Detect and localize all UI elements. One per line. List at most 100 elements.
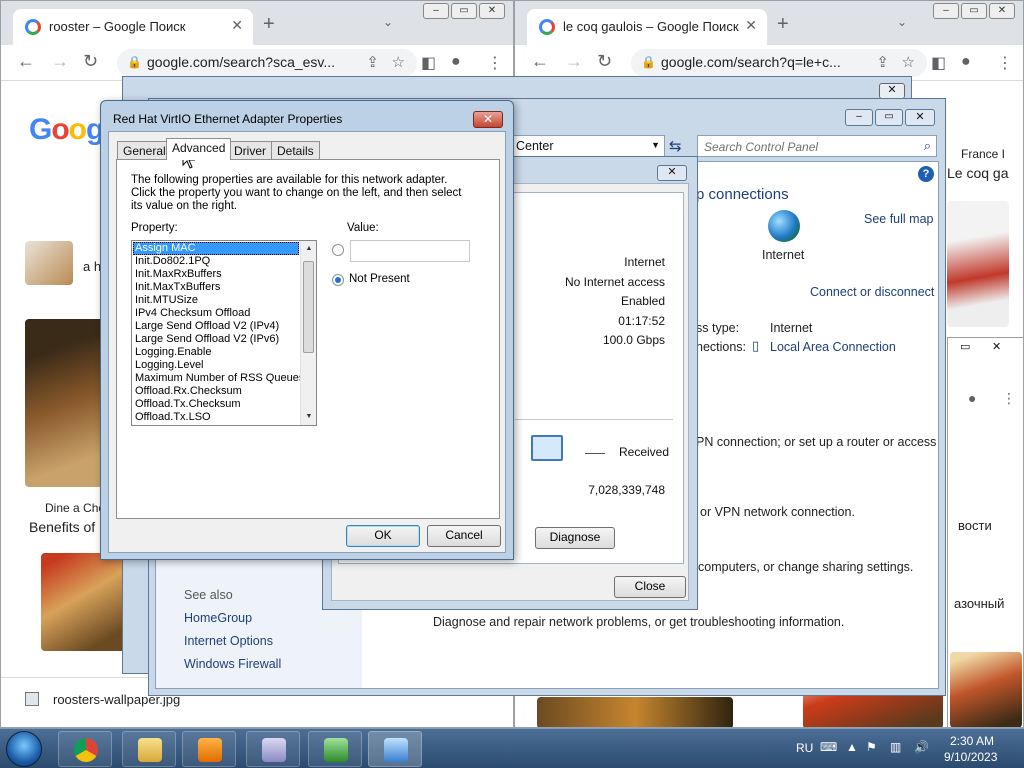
link-internet-options[interactable]: Internet Options [184,634,273,648]
browser-tab-right[interactable]: le coq gaulois – Google Поиск ✕ [527,9,767,45]
rooster-image-4[interactable] [950,652,1022,727]
property-list-item[interactable]: Offload.Tx.Checksum [133,398,299,411]
new-tab-icon[interactable]: + [263,13,275,36]
taskbar-control-panel[interactable] [368,731,422,767]
tab-advanced[interactable]: Advanced [166,138,232,160]
link-homegroup[interactable]: HomeGroup [184,611,252,625]
search-input[interactable]: Search Control Panel ⌕ [697,135,937,157]
property-list-item[interactable]: Offload.Tx.LSO [133,411,299,424]
scroll-down-icon[interactable]: ▼ [301,409,316,425]
ok-button[interactable]: OK [346,525,420,547]
rooster-image-5[interactable] [537,697,733,727]
not-present-radio[interactable] [332,274,344,286]
menu-icon[interactable]: ⋮ [997,53,1013,73]
minimize-button[interactable]: – [423,3,449,19]
tab-details[interactable]: Details [271,141,320,159]
back-icon[interactable]: ← [531,51,549,72]
taskbar-explorer[interactable] [122,731,176,767]
help-icon[interactable]: ? [918,166,934,182]
share-icon[interactable]: ⇪ [366,53,379,71]
maximize-button[interactable]: ▭ [961,3,987,19]
property-list-scrollbar[interactable]: ▲ ▼ [300,241,316,425]
network-status-icon[interactable]: ▥ [890,740,901,754]
link-windows-firewall[interactable]: Windows Firewall [184,657,281,671]
star-icon[interactable]: ☆ [392,53,405,71]
volume-icon[interactable]: 🔊 [914,740,929,754]
maximize-button[interactable]: ▭ [960,340,970,353]
clock-date[interactable]: 9/10/2023 [944,750,997,764]
close-button[interactable]: Close [614,576,686,598]
property-list-item[interactable]: Maximum Number of RSS Queues [133,372,304,385]
maximize-button[interactable]: ▭ [875,109,903,126]
tab-general[interactable]: General [117,141,172,159]
property-list-item[interactable]: Init.MaxRxBuffers [133,268,299,281]
address-bar[interactable]: 🔒 google.com/search?sca_esv... ⇪ ☆ [117,49,417,77]
close-window-button[interactable]: ✕ [479,3,505,19]
see-full-map-link[interactable]: See full map [864,212,933,226]
start-button[interactable] [6,731,42,767]
result-text[interactable]: Le coq ga [947,165,1009,181]
clock-time[interactable]: 2:30 AM [950,734,994,748]
value-radio[interactable] [332,244,344,256]
connect-disconnect-link[interactable]: Connect or disconnect [810,285,934,299]
scroll-up-icon[interactable]: ▲ [301,241,316,257]
filter-chip[interactable]: вости [958,518,992,533]
minimize-button[interactable]: – [845,109,873,126]
close-window-button[interactable]: ✕ [657,165,687,181]
taskbar-chrome[interactable] [58,731,112,767]
france-link[interactable]: France I [961,147,1005,161]
close-tab-icon[interactable]: ✕ [745,17,757,34]
local-area-connection-link[interactable]: Local Area Connection [770,340,896,354]
new-tab-icon[interactable]: + [777,13,789,36]
property-list-item[interactable]: Logging.Enable [133,346,299,359]
property-list-item[interactable]: Init.Do802.1PQ [133,255,299,268]
address-bar[interactable]: Center ▼ [509,135,665,157]
rooster-image-2[interactable] [41,553,125,651]
property-list-item[interactable]: Init.MTUSize [133,294,299,307]
tab-driver[interactable]: Driver [228,141,272,159]
show-hidden-icons-icon[interactable]: ▲ [846,740,858,754]
property-list-item[interactable]: Init.MaxTxBuffers [133,281,299,294]
refresh-icon[interactable]: ⇆ [669,137,682,155]
property-list-item[interactable]: Offload.Rx.Checksum [133,385,299,398]
close-window-button[interactable]: ✕ [989,3,1015,19]
taskbar-app[interactable] [246,731,300,767]
rooster-image-3[interactable] [947,201,1009,327]
language-indicator[interactable]: RU [796,741,813,755]
forward-icon[interactable]: → [565,51,583,72]
reload-icon[interactable]: ↻ [597,51,612,72]
minimize-button[interactable]: – [933,3,959,19]
property-list-item[interactable]: Large Send Offload V2 (IPv6) [133,333,299,346]
close-window-button[interactable]: ✕ [905,109,935,126]
filter-chip[interactable]: азочный [954,596,1004,611]
property-list[interactable]: Assign MAC Init.Do802.1PQ Init.MaxRxBuffer… [131,240,317,426]
property-list-item[interactable]: Logging.Level [133,359,299,372]
chevron-down-icon[interactable]: ⌄ [897,15,907,29]
value-input[interactable] [350,240,470,262]
sidepanel-icon[interactable]: ◧ [931,53,946,73]
star-icon[interactable]: ☆ [902,53,915,71]
reload-icon[interactable]: ↻ [83,51,98,72]
diagnose-button[interactable]: Diagnose [535,527,615,549]
property-list-item[interactable]: Large Send Offload V2 (IPv4) [133,320,299,333]
chevron-down-icon[interactable]: ▼ [651,140,660,150]
action-center-icon[interactable]: ⚑ [866,740,877,754]
maximize-button[interactable]: ▭ [451,3,477,19]
taskbar-installer[interactable] [308,731,362,767]
close-window-button[interactable]: ✕ [992,340,1001,353]
keyboard-icon[interactable]: ⌨ [820,740,837,754]
close-window-button[interactable]: ✕ [879,83,905,99]
taskbar-media-player[interactable] [182,731,236,767]
forward-icon[interactable]: → [51,51,69,72]
property-list-item[interactable]: IPv4 Checksum Offload [133,307,299,320]
close-window-button[interactable]: ✕ [473,111,503,128]
image-thumbnail[interactable] [25,241,73,285]
property-list-item[interactable]: Assign MAC [133,242,299,255]
cancel-button[interactable]: Cancel [427,525,501,547]
browser-tab[interactable]: rooster – Google Поиск ✕ [13,9,253,45]
result-title[interactable]: Benefits of [29,519,95,535]
address-bar[interactable]: 🔒 google.com/search?q=le+c... ⇪ ☆ [631,49,927,77]
share-icon[interactable]: ⇪ [876,53,889,71]
profile-icon[interactable]: ● [451,53,461,71]
chevron-down-icon[interactable]: ⌄ [383,15,393,29]
